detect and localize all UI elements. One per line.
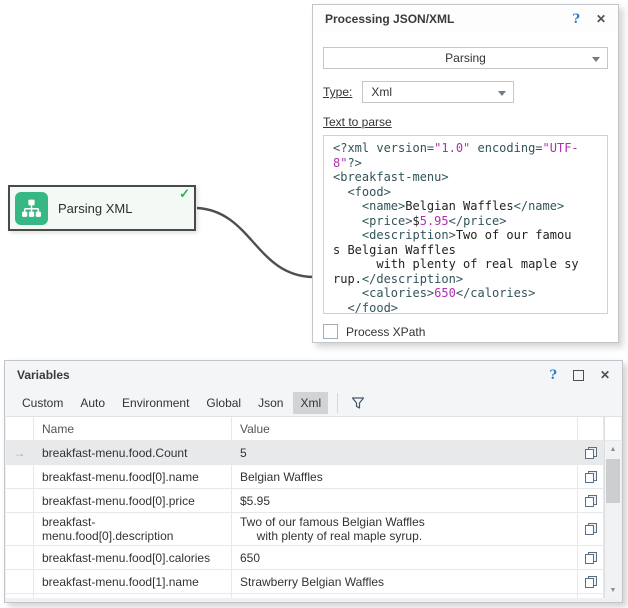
chevron-down-icon (498, 91, 506, 96)
maximize-icon[interactable] (573, 368, 584, 382)
scroll-up-icon[interactable]: ▲ (605, 441, 621, 457)
filter-icon[interactable] (350, 395, 366, 411)
variable-name-cell[interactable]: breakfast-menu.food[1].name (34, 570, 232, 593)
variables-panel-title: Variables (17, 368, 533, 382)
variable-value-cell[interactable]: 5 (232, 441, 578, 464)
table-row[interactable]: breakfast-menu.food[1].price$7.95 (6, 594, 604, 598)
variable-name-cell[interactable]: breakfast-menu.food[0].price (34, 489, 232, 512)
processing-panel-header: Processing JSON/XML ? ✕ (313, 5, 618, 33)
current-row-arrow-icon: → (6, 441, 34, 464)
variables-tabs-row: CustomAutoEnvironmentGlobalJsonXml (5, 389, 622, 416)
row-gutter (6, 513, 34, 545)
tab-json[interactable]: Json (251, 392, 290, 414)
variable-value-cell[interactable]: Belgian Waffles (232, 465, 578, 488)
processing-panel-body: Parsing Type: Xml Text to parse <?xml ve… (313, 33, 618, 339)
scroll-down-icon[interactable]: ▼ (605, 582, 621, 598)
table-row[interactable]: breakfast-menu.food[0].descriptionTwo of… (6, 513, 604, 546)
variable-name-cell[interactable]: breakfast-menu.food[0].calories (34, 546, 232, 569)
row-gutter (6, 546, 34, 569)
variable-name-cell[interactable]: breakfast-menu.food[0].description (34, 513, 232, 545)
copy-column-header (578, 417, 604, 440)
action-dropdown-value: Parsing (445, 51, 486, 65)
close-icon[interactable]: ✕ (600, 368, 610, 382)
table-row[interactable]: breakfast-menu.food[0].nameBelgian Waffl… (6, 465, 604, 489)
row-gutter (6, 489, 34, 512)
variables-table-header: Name Value (6, 417, 604, 441)
scrollbar-thumb[interactable] (606, 459, 620, 503)
type-dropdown[interactable]: Xml (362, 81, 514, 103)
text-to-parse-editor[interactable]: <?xml version="1.0" encoding="UTF-8"?><b… (323, 135, 608, 314)
variables-panel: Variables ? ✕ CustomAutoEnvironmentGloba… (4, 360, 623, 603)
processing-panel-title: Processing JSON/XML (325, 12, 556, 26)
variable-value-cell[interactable]: $5.95 (232, 489, 578, 512)
table-row[interactable]: breakfast-menu.food[0].price$5.95 (6, 489, 604, 513)
name-column-header[interactable]: Name (34, 417, 232, 440)
variables-table-body: →breakfast-menu.food.Count5breakfast-men… (6, 441, 604, 598)
row-gutter (6, 465, 34, 488)
tab-custom[interactable]: Custom (15, 392, 70, 414)
variable-value-cell[interactable]: $7.95 (232, 594, 578, 598)
text-to-parse-label: Text to parse (323, 115, 392, 129)
copy-icon[interactable] (578, 594, 604, 598)
table-row[interactable]: breakfast-menu.food[1].nameStrawberry Be… (6, 570, 604, 594)
close-icon[interactable]: ✕ (596, 12, 606, 26)
copy-icon[interactable] (578, 513, 604, 545)
variable-name-cell[interactable]: breakfast-menu.food.Count (34, 441, 232, 464)
node-label: Parsing XML (58, 201, 132, 216)
tab-xml[interactable]: Xml (293, 392, 328, 414)
row-gutter (6, 570, 34, 593)
table-row[interactable]: →breakfast-menu.food.Count5 (6, 441, 604, 465)
vertical-scrollbar[interactable]: ▲ ▼ (604, 417, 621, 598)
variable-name-cell[interactable]: breakfast-menu.food[1].price (34, 594, 232, 598)
copy-icon[interactable] (578, 441, 604, 464)
tab-global[interactable]: Global (199, 392, 248, 414)
variable-name-cell[interactable]: breakfast-menu.food[0].name (34, 465, 232, 488)
variable-value-cell[interactable]: 650 (232, 546, 578, 569)
table-row[interactable]: breakfast-menu.food[0].calories650 (6, 546, 604, 570)
process-xpath-checkbox[interactable] (323, 324, 338, 339)
help-icon[interactable]: ? (549, 368, 557, 382)
variables-panel-header: Variables ? ✕ (5, 361, 622, 389)
variable-value-cell[interactable]: Strawberry Belgian Waffles (232, 570, 578, 593)
variables-table: Name Value →breakfast-menu.food.Count5br… (6, 416, 621, 598)
tab-environment[interactable]: Environment (115, 392, 196, 414)
node-parsing-xml[interactable]: Parsing XML ✓ (8, 185, 196, 231)
tabs-divider (337, 393, 338, 413)
gutter-header-cell (6, 417, 34, 440)
copy-icon[interactable] (578, 465, 604, 488)
type-label: Type: (323, 85, 352, 99)
variables-tabs: CustomAutoEnvironmentGlobalJsonXml (15, 392, 331, 414)
tab-auto[interactable]: Auto (73, 392, 112, 414)
action-dropdown[interactable]: Parsing (323, 47, 608, 69)
row-gutter (6, 594, 34, 598)
process-xpath-label: Process XPath (346, 325, 425, 339)
value-column-header[interactable]: Value (232, 417, 578, 440)
type-dropdown-value: Xml (371, 85, 392, 99)
chevron-down-icon (592, 57, 600, 62)
copy-icon[interactable] (578, 489, 604, 512)
processing-panel: Processing JSON/XML ? ✕ Parsing Type: Xm… (312, 4, 619, 343)
sitemap-icon (15, 192, 48, 225)
variable-value-cell[interactable]: Two of our famous Belgian Waffles with p… (232, 513, 578, 545)
help-icon[interactable]: ? (572, 12, 580, 26)
success-check-icon: ✓ (179, 187, 190, 201)
copy-icon[interactable] (578, 570, 604, 593)
copy-icon[interactable] (578, 546, 604, 569)
